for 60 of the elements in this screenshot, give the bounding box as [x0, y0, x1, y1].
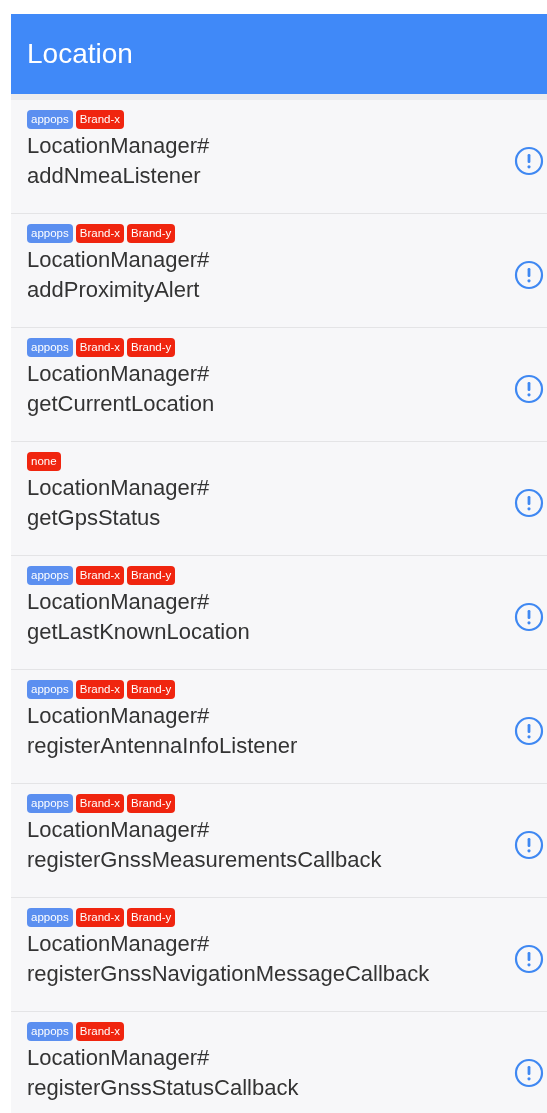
info-icon[interactable]: [514, 259, 544, 290]
info-icon[interactable]: [514, 487, 544, 518]
tag: Brand-y: [127, 908, 176, 927]
tag: Brand-x: [75, 110, 124, 129]
tag: Brand-x: [75, 1022, 124, 1041]
api-name: LocationManager#: [27, 816, 211, 844]
tag: appops: [27, 908, 73, 927]
info-icon[interactable]: [514, 829, 544, 860]
tag: appops: [27, 110, 73, 129]
tag: Brand-y: [127, 680, 176, 699]
api-name: getCurrentLocation: [27, 390, 216, 418]
tag: Brand-y: [127, 338, 176, 357]
tag: Brand-x: [75, 908, 124, 927]
api-name: LocationManager#: [27, 474, 211, 502]
api-list-item[interactable]: appops Brand-x LocationManager# addNmeaListener: [11, 100, 547, 214]
tag: Brand-y: [127, 224, 176, 243]
api-list-item[interactable]: appops Brand-x Brand-y LocationManager# addProximityAlert: [11, 214, 547, 328]
tag: Brand-x: [75, 794, 124, 813]
api-list-item[interactable]: appops Brand-x LocationManager# registerGnssStatusCallback: [11, 1012, 547, 1113]
info-icon[interactable]: [514, 943, 544, 974]
api-name: LocationManager#: [27, 132, 211, 160]
tag: Brand-y: [127, 566, 176, 585]
api-list-item[interactable]: appops Brand-x Brand-y LocationManager# registerAntennaInfoListener: [11, 670, 547, 784]
api-name: getLastKnownLocation: [27, 618, 251, 646]
api-list-item[interactable]: appops Brand-x Brand-y LocationManager# getLastKnownLocation: [11, 556, 547, 670]
api-name: registerAntennaInfoListener: [27, 732, 299, 760]
page-title: Location: [27, 38, 133, 70]
api-name: LocationManager#: [27, 1044, 211, 1072]
tag: Brand-x: [75, 224, 124, 243]
api-list-item[interactable]: appops Brand-x Brand-y LocationManager# registerGnssNavigationMessageCallback: [11, 898, 547, 1012]
api-name: addNmeaListener: [27, 162, 202, 190]
info-icon[interactable]: [514, 1057, 544, 1088]
api-name: registerGnssMeasurementsCallback: [27, 846, 383, 874]
info-icon[interactable]: [514, 715, 544, 746]
tag: Brand-x: [75, 566, 124, 585]
api-name: LocationManager#: [27, 360, 211, 388]
api-name: addProximityAlert: [27, 276, 201, 304]
info-icon[interactable]: [514, 601, 544, 632]
tag: Brand-x: [75, 338, 124, 357]
tag: appops: [27, 794, 73, 813]
tag: appops: [27, 224, 73, 243]
api-name: LocationManager#: [27, 588, 211, 616]
api-name: LocationManager#: [27, 930, 211, 958]
tag: appops: [27, 338, 73, 357]
tag: Brand-y: [127, 794, 176, 813]
info-icon[interactable]: [514, 145, 544, 176]
tag: none: [27, 452, 61, 471]
info-icon[interactable]: [514, 373, 544, 404]
tag: appops: [27, 1022, 73, 1041]
tag: Brand-x: [75, 680, 124, 699]
api-name: registerGnssStatusCallback: [27, 1074, 300, 1102]
tag: appops: [27, 566, 73, 585]
tag: appops: [27, 680, 73, 699]
api-list-item[interactable]: none LocationManager# getGpsStatus: [11, 442, 547, 556]
api-list-item[interactable]: appops Brand-x Brand-y LocationManager# registerGnssMeasurementsCallback: [11, 784, 547, 898]
api-name: LocationManager#: [27, 702, 211, 730]
api-list-item[interactable]: appops Brand-x Brand-y LocationManager# getCurrentLocation: [11, 328, 547, 442]
api-name: getGpsStatus: [27, 504, 162, 532]
api-name: LocationManager#: [27, 246, 211, 274]
api-name: registerGnssNavigationMessageCallback: [27, 960, 431, 988]
